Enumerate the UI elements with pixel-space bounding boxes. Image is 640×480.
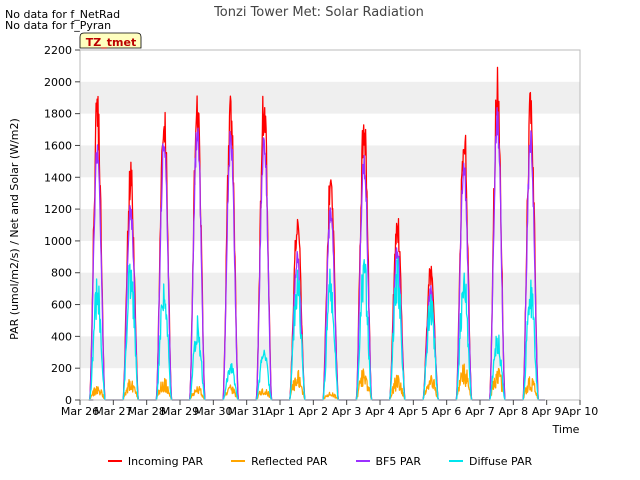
- y-tick-label: 1600: [44, 139, 72, 152]
- x-tick-label: Apr 1: [265, 405, 295, 418]
- x-tick-label: Apr 4: [365, 405, 395, 418]
- x-axis: Mar 26Mar 27Mar 28Mar 29Mar 30Mar 31 Apr …: [61, 400, 598, 418]
- legend-label-reflected-par: Reflected PAR: [251, 454, 328, 468]
- legend-item-incoming-par: Incoming PAR: [107, 453, 204, 469]
- x-tick-label: Apr 6: [432, 405, 462, 418]
- y-tick-label: 800: [51, 267, 72, 280]
- x-tick-label: Apr 9: [532, 405, 562, 418]
- legend: Incoming PAR Reflected PAR BF5 PAR Diffu…: [0, 453, 640, 469]
- grid-band: [80, 81, 580, 114]
- legend-label-diffuse-par: Diffuse PAR: [468, 454, 533, 468]
- x-tick-label: Apr 7: [465, 405, 495, 418]
- grid-band: [80, 336, 580, 369]
- legend-label-bf5-par: BF5 PAR: [375, 454, 421, 468]
- y-axis: 0200400600800100012001400160018002000220…: [44, 44, 80, 407]
- legend-swatch-bf5-par: [355, 460, 370, 462]
- legend-item-reflected-par: Reflected PAR: [231, 453, 328, 469]
- y-tick-label: 200: [51, 362, 72, 375]
- y-tick-label: 2200: [44, 44, 72, 57]
- x-tick-label: Apr 2: [299, 405, 329, 418]
- y-tick-label: 1800: [44, 108, 72, 121]
- no-data-pyran: No data for f_Pyran: [5, 19, 112, 32]
- legend-swatch-reflected-par: [231, 460, 246, 462]
- y-tick-label: 1400: [44, 171, 72, 184]
- x-tick-label: Apr 10: [562, 405, 599, 418]
- grid-band: [80, 145, 580, 178]
- y-axis-label: PAR (umol/m2/s) / Net and Solar (W/m2): [8, 118, 21, 340]
- background-bands: [80, 81, 580, 369]
- legend-swatch-diffuse-par: [448, 460, 463, 462]
- tz-tmet-tag-label: TZ_tmet: [86, 36, 136, 49]
- x-axis-label: Time: [552, 423, 580, 436]
- legend-label-incoming-par: Incoming PAR: [127, 454, 204, 468]
- solar-radiation-chart: 0200400600800100012001400160018002000220…: [8, 5, 598, 436]
- legend-swatch-incoming-par: [107, 460, 122, 462]
- y-tick-label: 2000: [44, 76, 72, 89]
- x-tick-label: Apr 3: [332, 405, 362, 418]
- y-tick-label: 1200: [44, 203, 72, 216]
- y-tick-label: 400: [51, 330, 72, 343]
- legend-item-bf5-par: BF5 PAR: [355, 453, 421, 469]
- legend-item-diffuse-par: Diffuse PAR: [448, 453, 533, 469]
- tz-tmet-tag: TZ_tmet: [79, 32, 142, 49]
- x-tick-label: Mar 31: [228, 405, 266, 418]
- y-tick-label: 1000: [44, 235, 72, 248]
- x-tick-label: Apr 5: [399, 405, 429, 418]
- chart-title: Tonzi Tower Met: Solar Radiation: [213, 5, 424, 20]
- y-tick-label: 600: [51, 299, 72, 312]
- x-tick-label: Apr 8: [499, 405, 529, 418]
